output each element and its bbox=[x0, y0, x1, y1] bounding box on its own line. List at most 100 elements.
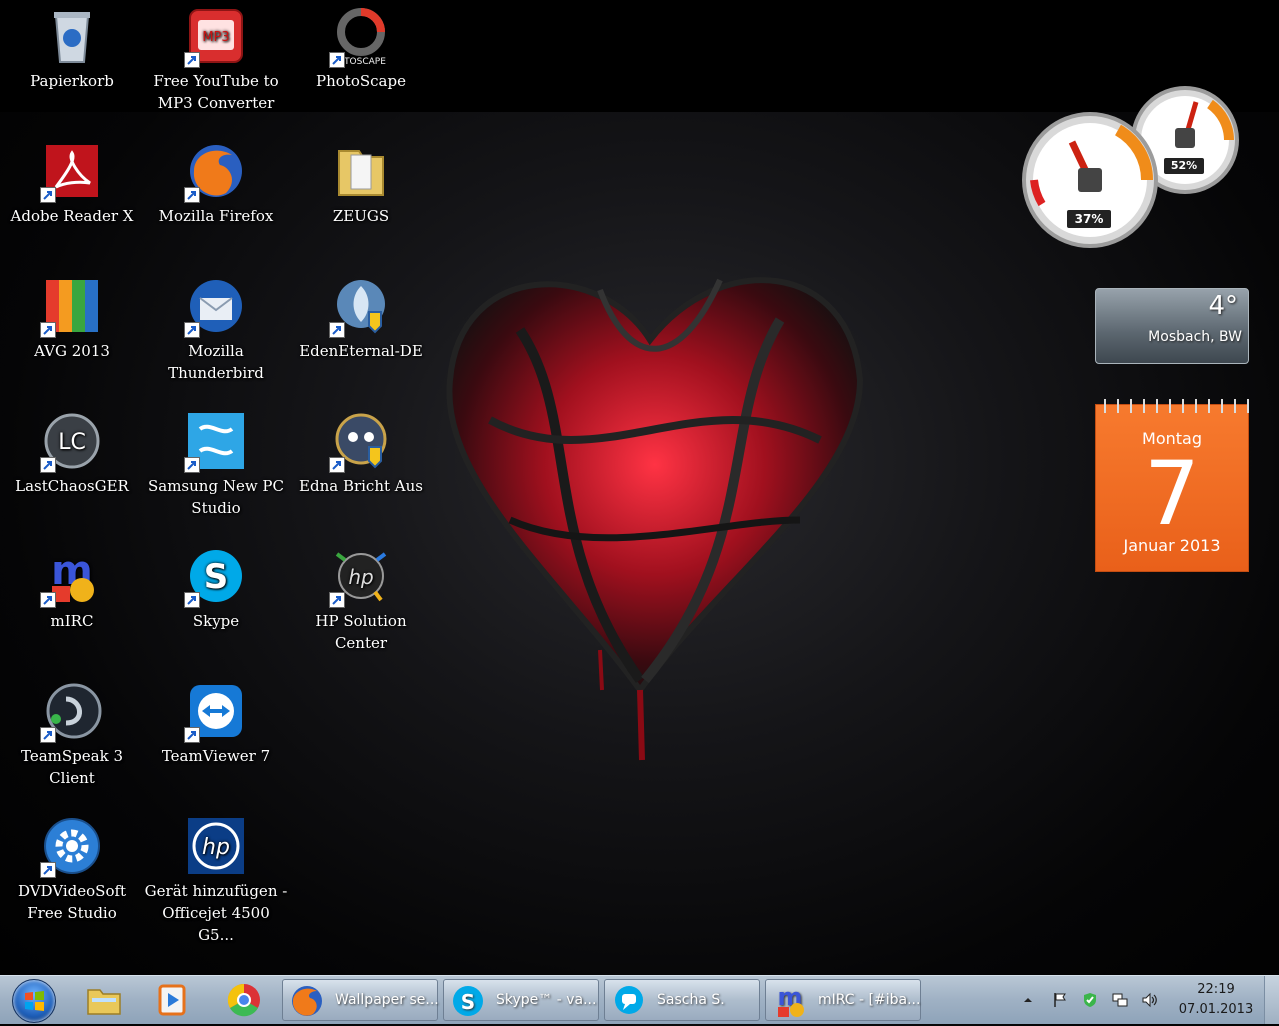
icon-label: AVG 2013 bbox=[34, 342, 110, 360]
svg-text:LC: LC bbox=[58, 430, 86, 455]
desktop-icon-adobe-reader[interactable]: Adobe Reader X bbox=[0, 135, 144, 227]
desktop-icon-hp-solution-center[interactable]: hp HP Solution Center bbox=[289, 540, 433, 654]
icon-label: DVDVideoSoft Free Studio bbox=[17, 882, 127, 922]
shortcut-arrow-icon bbox=[184, 592, 200, 608]
icon-label: EdenEternal-DE bbox=[299, 342, 423, 360]
task-mirc[interactable]: m mIRC - [#iba... bbox=[765, 979, 921, 1021]
edeneternal-icon bbox=[329, 276, 391, 338]
desktop-icon-recycle-bin[interactable]: Papierkorb bbox=[0, 0, 144, 92]
desktop-icon-hp-add-device[interactable]: hp Gerät hinzufügen - Officejet 4500 G5.… bbox=[144, 810, 288, 946]
hp-icon: hp bbox=[186, 816, 246, 876]
shortcut-arrow-icon bbox=[40, 592, 56, 608]
chrome-icon bbox=[227, 983, 260, 1017]
calendar-day-number: 7 bbox=[1144, 442, 1200, 545]
icon-label: Gerät hinzufügen - Officejet 4500 G5... bbox=[144, 882, 288, 944]
desktop-icon-skype[interactable]: S Skype bbox=[144, 540, 288, 632]
photoscape-badge-text: TOSCAPE bbox=[343, 57, 386, 66]
chat-bubble-icon bbox=[611, 983, 647, 1019]
skype-icon: S bbox=[450, 983, 486, 1019]
teamviewer-icon bbox=[184, 681, 246, 743]
desktop-icon-photoscape[interactable]: TOSCAPE PhotoScape bbox=[289, 0, 433, 92]
shortcut-arrow-icon bbox=[40, 862, 56, 878]
icon-label: Adobe Reader X bbox=[10, 207, 134, 225]
task-label: Sascha S. bbox=[657, 992, 725, 1008]
icon-label: Skype bbox=[192, 612, 240, 630]
task-skype[interactable]: S Skype™ - va... bbox=[443, 979, 599, 1021]
volume-speaker-icon[interactable] bbox=[1141, 991, 1159, 1009]
weather-temperature: 4° bbox=[1208, 291, 1238, 321]
start-button[interactable] bbox=[12, 979, 56, 1023]
desktop-icon-thunderbird[interactable]: Mozilla Thunderbird bbox=[144, 270, 288, 384]
task-label: Wallpaper se... bbox=[335, 992, 439, 1008]
desktop-icon-mirc[interactable]: m mIRC bbox=[0, 540, 144, 632]
taskbar-clock[interactable]: 22:19 07.01.2013 bbox=[1170, 980, 1262, 1020]
network-icon[interactable] bbox=[1111, 991, 1129, 1009]
svg-text:hp: hp bbox=[348, 565, 373, 589]
svg-text:S: S bbox=[204, 557, 229, 597]
desktop-icon-edna[interactable]: Edna Bricht Aus bbox=[289, 405, 433, 497]
task-wallpaper-firefox[interactable]: Wallpaper se... bbox=[282, 979, 439, 1021]
clock-time: 22:19 bbox=[1197, 982, 1235, 997]
pinned-media-player[interactable] bbox=[144, 980, 200, 1020]
desktop-icon-lastchaos[interactable]: LC LastChaosGER bbox=[0, 405, 144, 497]
desktop-icon-zeugs-folder[interactable]: ZEUGS bbox=[289, 135, 433, 227]
shortcut-arrow-icon bbox=[184, 52, 200, 68]
heart-wallpaper bbox=[400, 220, 900, 780]
show-desktop-button[interactable] bbox=[1264, 976, 1279, 1024]
gear-icon bbox=[40, 816, 102, 878]
icon-label: Samsung New PC Studio bbox=[147, 477, 284, 517]
taskbar: Wallpaper se... S Skype™ - va... Sascha … bbox=[0, 975, 1279, 1024]
desktop-icon-youtube-mp3[interactable]: MP3 Free YouTube to MP3 Converter bbox=[144, 0, 288, 114]
weather-location: Mosbach, BW bbox=[1148, 329, 1242, 345]
ram-percent: 52% bbox=[1164, 158, 1204, 174]
icon-label: LastChaosGER bbox=[15, 477, 129, 495]
shortcut-arrow-icon bbox=[329, 457, 345, 473]
skype-icon: S bbox=[184, 546, 246, 608]
shortcut-arrow-icon bbox=[329, 322, 345, 338]
calendar-gadget[interactable]: Montag 7 Januar 2013 bbox=[1095, 399, 1250, 572]
shortcut-arrow-icon bbox=[40, 727, 56, 743]
weather-gadget[interactable]: 4° Mosbach, BW bbox=[1095, 288, 1249, 364]
clock-date: 07.01.2013 bbox=[1178, 1002, 1254, 1017]
desktop-icon-edeneternal[interactable]: EdenEternal-DE bbox=[289, 270, 433, 362]
desktop-icon-dvdvideosoft[interactable]: DVDVideoSoft Free Studio bbox=[0, 810, 144, 924]
mp3-converter-icon: MP3 bbox=[184, 6, 246, 68]
pinned-chrome[interactable] bbox=[216, 980, 272, 1020]
icon-label: PhotoScape bbox=[316, 72, 406, 90]
icon-label: TeamViewer 7 bbox=[161, 747, 271, 765]
icon-label: mIRC bbox=[50, 612, 94, 630]
shortcut-arrow-icon bbox=[40, 187, 56, 203]
edna-icon bbox=[329, 411, 391, 473]
shortcut-arrow-icon bbox=[329, 592, 345, 608]
desktop-icon-teamspeak[interactable]: TeamSpeak 3 Client bbox=[0, 675, 144, 789]
desktop-icon-samsung-pc-studio[interactable]: Samsung New PC Studio bbox=[144, 405, 288, 519]
calendar-rings bbox=[1096, 399, 1250, 413]
mirc-icon: m bbox=[40, 546, 102, 608]
avg-icon bbox=[40, 276, 102, 338]
show-hidden-icons-chevron-icon[interactable] bbox=[1019, 991, 1037, 1009]
shortcut-arrow-icon bbox=[329, 52, 345, 68]
task-label: Skype™ - va... bbox=[496, 992, 597, 1008]
task-sascha-chat[interactable]: Sascha S. bbox=[604, 979, 760, 1021]
action-center-flag-icon[interactable] bbox=[1051, 991, 1069, 1009]
media-player-icon bbox=[158, 984, 186, 1016]
task-label: mIRC - [#iba... bbox=[818, 992, 921, 1008]
thunderbird-icon bbox=[184, 276, 246, 338]
shortcut-arrow-icon bbox=[184, 457, 200, 473]
icon-label: Free YouTube to MP3 Converter bbox=[153, 72, 279, 112]
mirc-icon: m bbox=[772, 983, 808, 1019]
mp3-badge-text: MP3 bbox=[202, 30, 229, 45]
security-shield-icon[interactable] bbox=[1081, 991, 1099, 1009]
cpu-percent: 37% bbox=[1067, 210, 1111, 228]
desktop-icon-avg[interactable]: AVG 2013 bbox=[0, 270, 144, 362]
desktop-icon-teamviewer[interactable]: TeamViewer 7 bbox=[144, 675, 288, 767]
cpu-meter-gadget[interactable]: 37% 52% bbox=[1020, 84, 1240, 250]
firefox-icon bbox=[184, 141, 246, 203]
photoscape-icon: TOSCAPE bbox=[329, 6, 391, 68]
pinned-explorer[interactable] bbox=[76, 980, 132, 1020]
icon-label: TeamSpeak 3 Client bbox=[21, 747, 123, 787]
desktop-icon-firefox[interactable]: Mozilla Firefox bbox=[144, 135, 288, 227]
firefox-icon bbox=[289, 983, 325, 1019]
shortcut-arrow-icon bbox=[184, 727, 200, 743]
icon-label: ZEUGS bbox=[332, 207, 390, 225]
